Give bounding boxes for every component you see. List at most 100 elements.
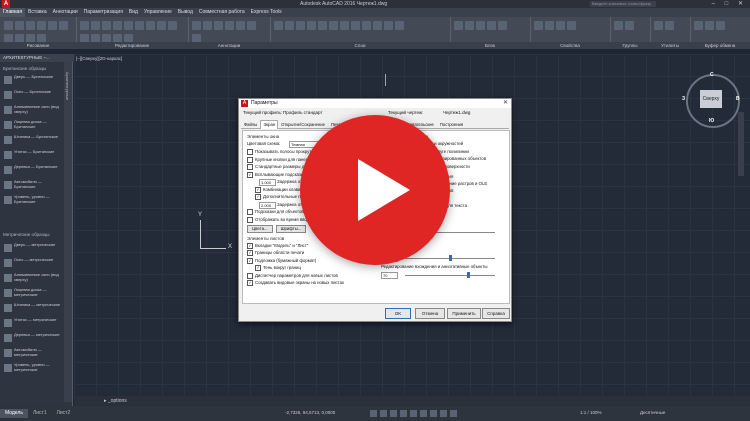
list-item[interactable]: Деревья — Британские [2, 164, 62, 175]
tab-insert[interactable]: Вставка [25, 8, 50, 17]
ribbon-group-label[interactable]: Слои [270, 42, 450, 49]
checkbox-create-viewport[interactable]: ✓ Создавать видовые экраны на новых листа… [247, 280, 375, 286]
fade-inplace-slider[interactable]: 70 [381, 271, 505, 279]
checkbox-box[interactable] [247, 156, 253, 163]
autocad-logo-icon[interactable]: A [2, 0, 10, 8]
delay-input[interactable]: 1.000 [259, 179, 276, 186]
snap-icon[interactable] [380, 410, 387, 417]
checkbox-box[interactable]: ✓ [247, 171, 253, 178]
viewcube[interactable]: Сверху С Ю З В [682, 72, 740, 128]
compass-west[interactable]: З [682, 96, 685, 102]
checkbox-box[interactable] [247, 164, 253, 170]
list-item[interactable]: Уровень, уровни — Британские [2, 194, 62, 205]
tab-parametric[interactable]: Параметризация [81, 8, 126, 17]
tab-annotate[interactable]: Аннотации [50, 8, 81, 17]
fonts-button[interactable]: Шрифты... [275, 224, 307, 233]
list-item[interactable]: Штаника — Британские [2, 134, 62, 145]
list-item[interactable]: Унитаз — метрические [2, 317, 62, 328]
checkbox-box[interactable]: ✓ [255, 265, 261, 271]
list-item[interactable]: Окно — Британские [2, 89, 62, 100]
list-item[interactable]: Алюминиевое окно (вид сверху) [2, 104, 62, 115]
viewport-controls[interactable]: [–][Сверху][2D-каркас] [76, 56, 122, 61]
checkbox-box[interactable] [247, 209, 253, 215]
navigation-bar[interactable] [738, 112, 744, 176]
list-item[interactable]: Деревья — метрические [2, 332, 62, 343]
tab-display[interactable]: Экран [260, 120, 279, 129]
list-item[interactable]: Лицевая доска — Британские [2, 119, 62, 130]
window-controls[interactable]: – □ ✕ [712, 0, 747, 7]
command-prompt[interactable]: ▸ _options [104, 398, 127, 404]
ribbon-group-label[interactable]: Блок [450, 42, 530, 49]
tab-open-save[interactable]: Открытие/Сохранение [278, 120, 328, 130]
compass-east[interactable]: В [736, 96, 740, 102]
fade-inplace-input[interactable]: 70 [381, 271, 398, 279]
checkbox-box[interactable]: ✓ [247, 257, 253, 264]
slider-thumb[interactable] [449, 254, 452, 261]
list-item[interactable]: Дверь — метрические [2, 242, 62, 253]
list-item[interactable]: Окно — метрические [2, 257, 62, 268]
checkbox-box[interactable] [247, 149, 253, 155]
compass-north[interactable]: С [710, 72, 714, 78]
cancel-button[interactable]: Отмена [415, 308, 445, 319]
tab-express-tools[interactable]: Express Tools [248, 8, 285, 17]
ok-button[interactable]: OK [385, 308, 411, 319]
palette-side-tab[interactable]: Архитектурные [64, 62, 72, 402]
command-line[interactable]: ▸ _options [74, 396, 750, 406]
units-selector[interactable]: Десятичные [640, 410, 665, 415]
osnap-icon[interactable] [410, 410, 417, 417]
otrack-icon[interactable] [420, 410, 427, 417]
ortho-icon[interactable] [390, 410, 397, 417]
checkbox-paper-shadow[interactable]: ✓ Тень вокруг границ [255, 265, 375, 271]
tab-layout1[interactable]: Лист1 [28, 409, 52, 418]
checkbox-box[interactable] [247, 216, 253, 223]
checkbox-box[interactable]: ✓ [247, 242, 253, 249]
slider-track[interactable] [405, 274, 495, 276]
compass-south[interactable]: Ю [709, 118, 714, 124]
close-icon[interactable]: ✕ [503, 99, 508, 108]
tab-output[interactable]: Вывод [175, 8, 196, 17]
ribbon-group-label[interactable]: Утилиты [650, 42, 690, 49]
viewcube-face[interactable]: Сверху [700, 90, 722, 108]
polar-icon[interactable] [400, 410, 407, 417]
tab-home[interactable]: Главная [0, 8, 26, 17]
list-item[interactable]: Лицевая доска — метрические [2, 287, 62, 298]
list-item[interactable]: Автомобили — Британские [2, 179, 62, 190]
tab-files[interactable]: Файлы [241, 120, 260, 130]
ribbon-group-label[interactable]: Буфер обмена [690, 42, 750, 49]
tab-view[interactable]: Вид [126, 8, 141, 17]
colors-button[interactable]: Цвета... [247, 224, 273, 233]
list-item[interactable]: Алюминиевое окно (вид сверху) [2, 272, 62, 283]
tab-drafting[interactable]: Построения [437, 120, 466, 130]
slider-thumb[interactable] [467, 271, 470, 278]
list-item[interactable]: Дверь — Британские [2, 74, 62, 85]
list-item[interactable]: Унитаз — Британские [2, 149, 62, 160]
delay-input[interactable]: 2.000 [259, 201, 276, 209]
annotation-scale[interactable]: 1:1 / 100% [580, 410, 602, 415]
checkbox-box[interactable]: ✓ [255, 194, 261, 200]
tab-model[interactable]: Модель [0, 409, 28, 418]
ribbon-group-label[interactable]: Группы [610, 42, 650, 49]
selection-icon[interactable] [440, 410, 447, 417]
checkbox-page-setup-manager[interactable]: Диспетчер параметров для новых листов [247, 272, 375, 279]
apply-button[interactable]: Применить [447, 308, 481, 319]
search-input[interactable]: Введите ключевое слово/фразу [590, 1, 656, 7]
grid-icon[interactable] [370, 410, 377, 417]
ribbon-group-label[interactable]: Рисование [0, 42, 76, 49]
ribbon-group-label[interactable]: Аннотации [188, 42, 270, 49]
tab-manage[interactable]: Управление [141, 8, 175, 17]
help-button[interactable]: Справка [482, 308, 510, 319]
annotation-icon[interactable] [450, 410, 457, 417]
ribbon-group-label[interactable]: Редактирование [76, 42, 188, 49]
list-item[interactable]: Штаника — метрические [2, 302, 62, 313]
checkbox-box[interactable]: ✓ [247, 280, 253, 286]
lineweight-icon[interactable] [430, 410, 437, 417]
ribbon-group-label[interactable]: Свойства [530, 42, 610, 49]
list-item[interactable]: Автомобили — метрические [2, 347, 62, 358]
checkbox-box[interactable] [247, 272, 253, 279]
checkbox-box[interactable]: ✓ [247, 250, 253, 256]
palette-title[interactable]: АРХИТЕКТУРНЫЕ –... [0, 54, 75, 62]
list-item[interactable]: Уровень, уровни — метрические [2, 362, 62, 373]
play-button[interactable] [300, 115, 450, 265]
tab-layout2[interactable]: Лист2 [52, 409, 76, 418]
tab-collaborate[interactable]: Совместная работа [196, 8, 248, 17]
